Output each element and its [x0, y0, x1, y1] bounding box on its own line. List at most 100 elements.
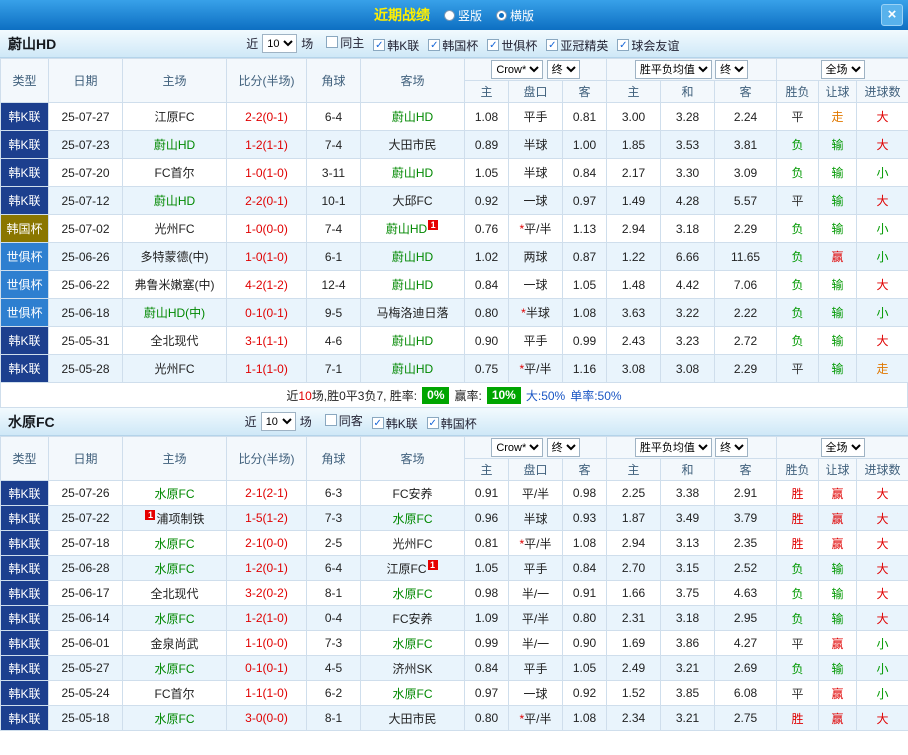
match-date: 25-07-26: [49, 481, 123, 506]
checkbox-icon: [326, 36, 338, 48]
filter-checkbox[interactable]: ✓韩K联: [373, 37, 419, 54]
red-card-badge: 1: [428, 560, 438, 570]
near-label: 近: [246, 35, 258, 52]
europe-mode-select[interactable]: 胜平负均值: [635, 60, 712, 79]
col-odds-home: 主: [465, 81, 509, 103]
europe-time-select[interactable]: 终: [715, 60, 748, 79]
result-wdl: 胜: [777, 531, 819, 556]
filter-checkbox[interactable]: 同主: [326, 34, 364, 51]
result-goals: 大: [857, 103, 908, 131]
layout-radio-0[interactable]: 竖版: [444, 7, 482, 24]
result-wdl: 平: [777, 355, 819, 383]
filter-checkbox[interactable]: ✓亚冠精英: [546, 37, 608, 54]
europe-mode-select[interactable]: 胜平负均值: [635, 438, 712, 457]
team-name-text: 大邱FC: [393, 194, 433, 208]
league-type-badge: 韩K联: [1, 355, 49, 383]
filter-checkbox[interactable]: 同客: [325, 412, 363, 429]
asia-home-odds: 1.08: [465, 103, 509, 131]
europe-draw-odds: 3.75: [661, 581, 715, 606]
asia-home-odds: 0.97: [465, 681, 509, 706]
filter-checkbox[interactable]: ✓韩国杯: [428, 37, 478, 54]
corners: 9-5: [307, 299, 361, 327]
games-count-select[interactable]: 10: [261, 412, 296, 431]
result-handicap: 输: [819, 606, 857, 631]
result-header: 全场: [777, 437, 908, 459]
asia-home-odds: 0.75: [465, 355, 509, 383]
filter-checkbox[interactable]: ✓韩国杯: [427, 415, 477, 432]
col-eu-home: 主: [607, 459, 661, 481]
europe-time-select[interactable]: 终: [715, 438, 748, 457]
odds-provider-select[interactable]: Crow*: [491, 438, 543, 457]
checkbox-label: 同主: [340, 34, 364, 51]
close-button[interactable]: ×: [881, 4, 903, 26]
team-name-text: 蔚山HD: [392, 166, 433, 180]
asia-home-odds: 1.02: [465, 243, 509, 271]
asia-home-odds: 1.05: [465, 556, 509, 581]
team-name-text: 水原FC: [155, 562, 195, 576]
match-score: 1-0(1-0): [227, 159, 307, 187]
team-name-text: 水原FC: [393, 637, 433, 651]
europe-away-odds: 2.29: [715, 215, 777, 243]
corners: 7-3: [307, 506, 361, 531]
checkbox-icon: ✓: [487, 39, 499, 51]
match-score: 4-2(1-2): [227, 271, 307, 299]
filter-checkbox[interactable]: ✓球会友谊: [617, 37, 679, 54]
home-team: FC首尔: [123, 159, 227, 187]
asia-away-odds: 0.92: [563, 681, 607, 706]
checkbox-icon: ✓: [617, 39, 629, 51]
europe-draw-odds: 3.13: [661, 531, 715, 556]
europe-away-odds: 6.08: [715, 681, 777, 706]
asia-away-odds: 1.16: [563, 355, 607, 383]
games-count-select[interactable]: 10: [262, 34, 297, 53]
league-type-badge: 韩K联: [1, 327, 49, 355]
layout-radio-1[interactable]: 横版: [496, 7, 534, 24]
odds-provider-select[interactable]: Crow*: [491, 60, 543, 79]
europe-draw-odds: 3.08: [661, 355, 715, 383]
odds-time-select[interactable]: 终: [547, 438, 580, 457]
filter-checkbox[interactable]: ✓世俱杯: [487, 37, 537, 54]
asia-handicap: 一球: [509, 271, 563, 299]
profit-rate-badge: 10%: [487, 387, 521, 404]
team-name-text: FC首尔: [155, 166, 195, 180]
match-row: 世俱杯 25-06-22 弗鲁米嫩塞(中) 4-2(1-2) 12-4 蔚山HD…: [1, 271, 908, 299]
result-handicap: 赢: [819, 706, 857, 731]
scope-select[interactable]: 全场: [821, 60, 865, 79]
league-type-badge: 韩K联: [1, 706, 49, 731]
suwon-filters: 近 10 场 同客✓韩K联✓韩国杯: [245, 412, 477, 432]
odds-time-select[interactable]: 终: [547, 60, 580, 79]
league-type-badge: 韩K联: [1, 681, 49, 706]
scope-select[interactable]: 全场: [821, 438, 865, 457]
away-team: 大田市民: [361, 706, 465, 731]
result-handicap: 赢: [819, 681, 857, 706]
europe-draw-odds: 3.15: [661, 556, 715, 581]
europe-home-odds: 2.70: [607, 556, 661, 581]
match-score: 1-1(1-0): [227, 355, 307, 383]
asia-home-odds: 0.84: [465, 656, 509, 681]
europe-draw-odds: 3.21: [661, 656, 715, 681]
corners: 8-1: [307, 581, 361, 606]
result-wdl: 负: [777, 556, 819, 581]
europe-draw-odds: 3.21: [661, 706, 715, 731]
window-title: 近期战绩: [374, 5, 430, 25]
result-handicap: 输: [819, 159, 857, 187]
team-name-text: 水原FC: [155, 487, 195, 501]
col-goals: 进球数: [857, 81, 908, 103]
asia-handicap: 半/一: [509, 581, 563, 606]
away-team: 蔚山HD: [361, 327, 465, 355]
asia-home-odds: 0.90: [465, 327, 509, 355]
result-wdl: 负: [777, 271, 819, 299]
match-row: 韩K联 25-05-27 水原FC 0-1(0-1) 4-5 济州SK 0.84…: [1, 656, 908, 681]
match-date: 25-05-31: [49, 327, 123, 355]
home-team: 蔚山HD(中): [123, 299, 227, 327]
col-away: 客场: [361, 59, 465, 103]
europe-away-odds: 2.52: [715, 556, 777, 581]
match-score: 0-1(0-1): [227, 656, 307, 681]
europe-away-odds: 2.91: [715, 481, 777, 506]
result-goals: 大: [857, 327, 908, 355]
match-row: 韩K联 25-06-01 金泉尚武 1-1(0-0) 7-3 水原FC 0.99…: [1, 631, 908, 656]
result-wdl: 负: [777, 215, 819, 243]
filter-checkbox[interactable]: ✓韩K联: [372, 415, 418, 432]
result-goals: 小: [857, 215, 908, 243]
radio-icon: [444, 10, 455, 21]
home-team: FC首尔: [123, 681, 227, 706]
